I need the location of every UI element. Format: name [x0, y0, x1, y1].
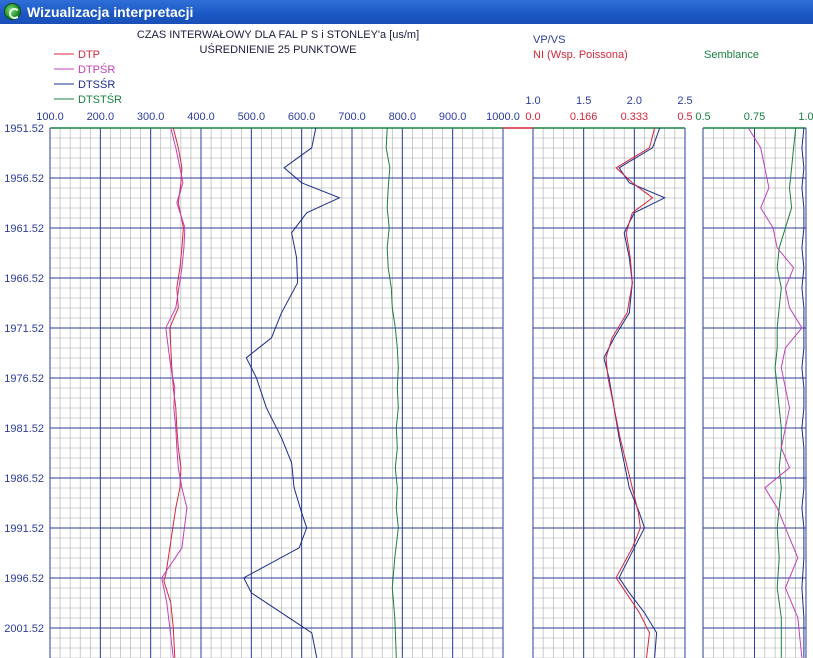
x-tick-label-dt: 300.0	[137, 111, 165, 123]
x-tick-label-dt: 700.0	[338, 111, 366, 123]
log-chart: CZAS INTERWAŁOWY DLA FAL P S i STONLEY'a…	[4, 29, 813, 658]
y-tick-label-depth: 1951.52	[4, 123, 44, 135]
vpvs-title: VP/VS	[533, 34, 565, 46]
title-bar[interactable]: Wizualizacja interpretacji	[0, 0, 813, 24]
x-tick-label-dt: 1000.0	[486, 111, 520, 123]
legend-label-dtssr: DTSŚR	[78, 78, 115, 91]
poisson-title: NI (Wsp. Poissona)	[533, 49, 628, 61]
y-tick-label-depth: 1961.52	[4, 223, 44, 235]
legend: DTP DTPŚR DTSŚR DTSTŚR	[54, 49, 122, 106]
x-tick-label-semblance: 0.75	[744, 111, 765, 123]
x-tick-label-vpvs: 1.5	[576, 95, 591, 107]
x-tick-label-semblance: 0.5	[695, 111, 710, 123]
x-tick-label-dt: 900.0	[439, 111, 467, 123]
y-tick-label-depth: 1991.52	[4, 523, 44, 535]
x-tick-label-semblance: 1.0	[798, 111, 813, 123]
semblance-title: Semblance	[704, 49, 759, 61]
y-tick-label-depth: 1956.52	[4, 173, 44, 185]
y-tick-label-depth: 1996.52	[4, 573, 44, 585]
x-tick-label-poisson: 0.166	[570, 111, 598, 123]
legend-label-dtstsr: DTSTŚR	[78, 93, 122, 106]
y-tick-label-depth: 1981.52	[4, 423, 44, 435]
x-tick-label-dt: 600.0	[288, 111, 316, 123]
y-tick-label-depth: 1966.52	[4, 273, 44, 285]
app-icon	[4, 3, 21, 20]
x-tick-label-vpvs: 2.5	[677, 95, 692, 107]
x-tick-label-poisson: 0.5	[677, 111, 692, 123]
x-tick-label-dt: 400.0	[187, 111, 215, 123]
legend-label-dtpsr: DTPŚR	[78, 63, 115, 76]
plot-layer: 100.0 200.0 300.0 400.0 500.0 600.0 700.0 800.0…	[4, 95, 813, 658]
y-tick-label-depth: 2001.52	[4, 623, 44, 635]
y-tick-label-depth: 1986.52	[4, 473, 44, 485]
x-tick-label-dt: 200.0	[87, 111, 115, 123]
window-title: Wizualizacja interpretacji	[27, 4, 194, 20]
x-tick-label-dt: 800.0	[389, 111, 417, 123]
application-window: Wizualizacja interpretacji CZAS INTERWAŁ…	[0, 0, 813, 658]
legend-label-dtp: DTP	[78, 49, 100, 61]
chart-subtitle: UŚREDNIENIE 25 PUNKTOWE	[200, 43, 357, 56]
x-tick-label-dt: 100.0	[36, 111, 64, 123]
x-tick-label-vpvs: 1.0	[525, 95, 540, 107]
x-tick-label-poisson: 0.0	[525, 111, 540, 123]
x-tick-label-vpvs: 2.0	[627, 95, 642, 107]
y-tick-label-depth: 1976.52	[4, 373, 44, 385]
x-tick-label-poisson: 0.333	[621, 111, 649, 123]
x-tick-label-dt: 500.0	[238, 111, 266, 123]
y-tick-label-depth: 1971.52	[4, 323, 44, 335]
chart-title: CZAS INTERWAŁOWY DLA FAL P S i STONLEY'a…	[137, 29, 419, 41]
